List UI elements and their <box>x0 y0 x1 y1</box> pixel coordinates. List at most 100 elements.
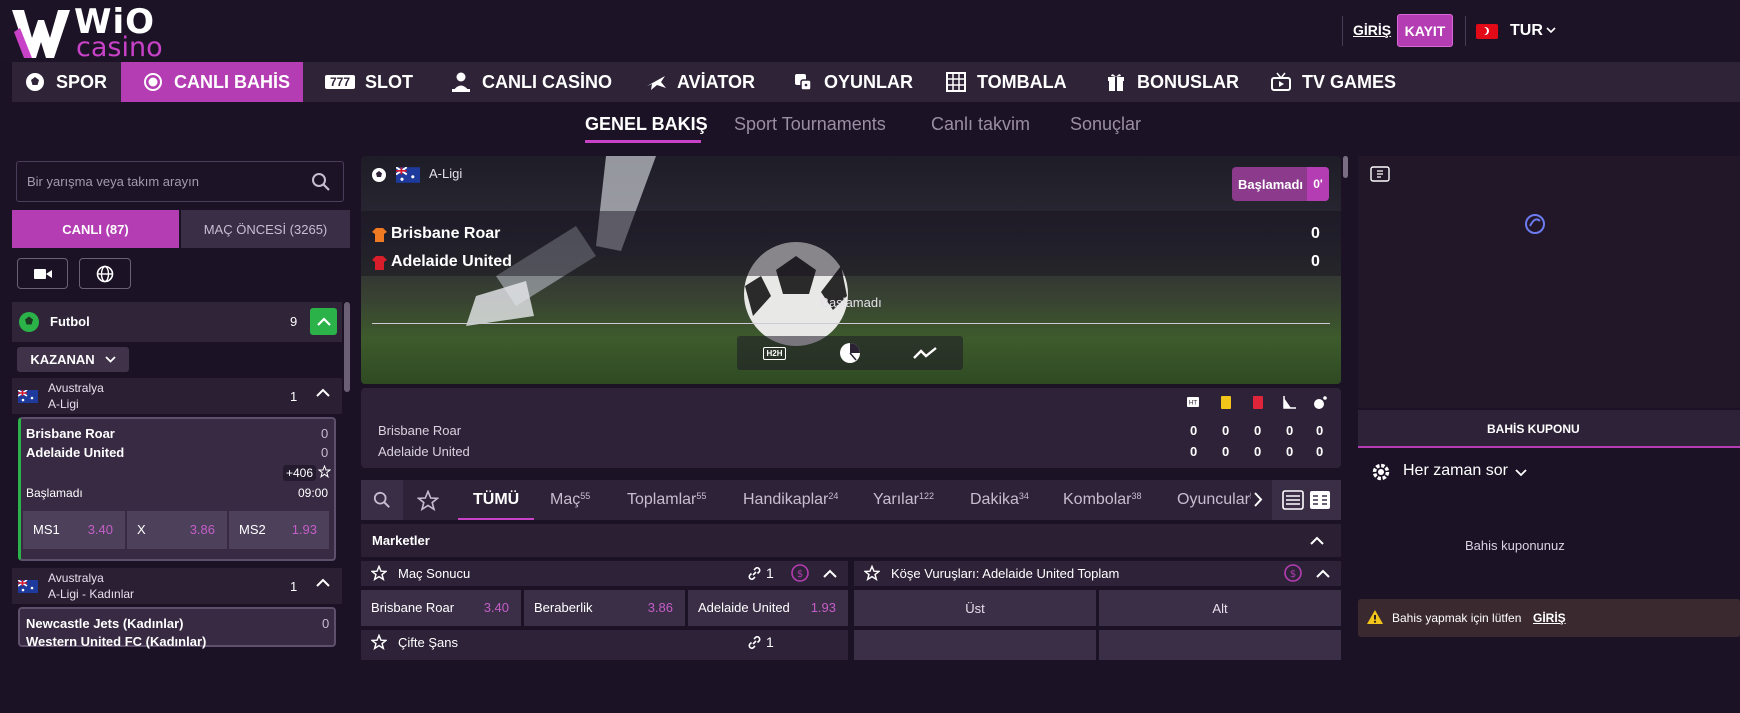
tab-yarilar[interactable]: Yarılar122 <box>873 491 934 509</box>
link-icon <box>748 636 761 649</box>
home-jersey-icon <box>372 228 387 242</box>
home-score: 0 <box>322 616 330 631</box>
odd-button[interactable]: Beraberlik 3.86 <box>524 590 685 626</box>
match-status: Başlamadı <box>26 486 83 500</box>
odd-label: MS2 <box>239 522 266 537</box>
odd-button[interactable] <box>854 630 1096 660</box>
penalty-icon <box>1314 396 1327 409</box>
league-header[interactable]: Avustralya A-Ligi - Kadınlar 1 <box>12 568 342 604</box>
market-header-cifte-sans[interactable]: Çifte Şans 1 <box>361 630 848 660</box>
nav-item-bonuslar[interactable]: BONUSLAR <box>1105 62 1245 102</box>
scrollbar[interactable] <box>1343 156 1348 178</box>
odd-button[interactable]: Brisbane Roar 3.40 <box>361 590 521 626</box>
market-search-button[interactable] <box>361 480 403 520</box>
statistics-button[interactable] <box>812 336 887 370</box>
chevron-right-icon[interactable] <box>1254 492 1263 507</box>
tab-mac[interactable]: Maç55 <box>550 491 590 509</box>
globe-filter-button[interactable] <box>79 258 131 289</box>
odd-button[interactable]: X 3.86 <box>127 511 227 549</box>
australia-flag-icon <box>18 580 38 593</box>
h2h-button[interactable]: H2H <box>737 336 812 370</box>
league-name: A-Ligi <box>429 166 463 181</box>
star-icon[interactable] <box>371 634 387 650</box>
grid-view-icon[interactable] <box>1309 490 1331 510</box>
tab-sonuclar[interactable]: Sonuçlar <box>1070 114 1141 135</box>
markets-header[interactable]: Marketler <box>361 524 1341 557</box>
list-view-icon[interactable] <box>1282 490 1304 510</box>
collapse-button[interactable] <box>310 308 337 335</box>
logo-mark-icon <box>12 10 70 58</box>
away-team: Western United FC (Kadınlar) <box>26 634 207 649</box>
svg-text:HT: HT <box>1189 400 1198 407</box>
tab-canli-takvim[interactable]: Canlı takvim <box>931 114 1030 135</box>
register-button[interactable]: KAYIT <box>1397 14 1453 47</box>
star-icon[interactable] <box>371 565 387 581</box>
nav-item-canli-casino[interactable]: CANLI CASİNO <box>450 62 620 102</box>
league-header[interactable]: Avustralya A-Ligi 1 <box>12 378 342 414</box>
market-header-mac-sonucu[interactable]: Maç Sonucu 1 $ <box>361 561 848 586</box>
market-tabs: TÜMÜ Maç55 Toplamlar55 Handikaplar24 Yar… <box>361 480 1341 520</box>
odd-label: MS1 <box>33 522 60 537</box>
soccer-ball-icon <box>19 312 39 332</box>
tab-tumu[interactable]: TÜMÜ <box>473 491 519 509</box>
tab-sport-tournaments[interactable]: Sport Tournaments <box>734 114 886 135</box>
market-filter-dropdown[interactable]: KAZANAN <box>17 347 129 372</box>
gift-icon <box>1105 71 1127 93</box>
tab-label: Toplamlar <box>627 491 697 508</box>
odd-label: Adelaide United <box>698 600 790 615</box>
login-link[interactable]: GİRİŞ <box>1353 22 1391 38</box>
stat-value: 0 <box>1190 444 1198 459</box>
odd-button[interactable]: Adelaide United 1.93 <box>688 590 848 626</box>
tab-prematch[interactable]: MAÇ ÖNCESİ (3265) <box>181 210 350 248</box>
more-markets-count[interactable]: +406 <box>283 465 317 481</box>
search-icon[interactable] <box>311 172 331 192</box>
search-input[interactable] <box>27 162 307 201</box>
scrollbar[interactable] <box>344 302 350 392</box>
warning-text: Bahis yapmak için lütfen <box>1392 611 1522 625</box>
nav-item-oyunlar[interactable]: OYUNLAR <box>792 62 922 102</box>
odd-button[interactable]: MS1 3.40 <box>23 511 125 549</box>
tab-dakika[interactable]: Dakika34 <box>970 491 1029 509</box>
video-filter-button[interactable] <box>17 258 68 289</box>
ticket-icon[interactable] <box>1370 166 1390 182</box>
logo[interactable]: WiO casino <box>10 2 185 63</box>
match-card[interactable]: Brisbane Roar 0 Adelaide United 0 +406 B… <box>18 417 336 561</box>
match-card[interactable]: Newcastle Jets (Kadınlar) 0 Western Unit… <box>18 607 336 649</box>
star-icon[interactable] <box>417 490 439 511</box>
cashout-icon: $ <box>791 564 809 582</box>
nav-item-slot[interactable]: 777 SLOT <box>325 62 435 102</box>
home-team: Brisbane Roar <box>26 426 115 441</box>
tab-toplamlar[interactable]: Toplamlar55 <box>627 491 706 509</box>
nav-item-tv-games[interactable]: TV GAMES <box>1270 62 1410 102</box>
nav-item-aviator[interactable]: AVİATOR <box>645 62 765 102</box>
odd-button[interactable] <box>1099 630 1341 660</box>
tab-count: 55 <box>580 491 591 501</box>
tab-handikaplar[interactable]: Handikaplar24 <box>743 491 838 509</box>
away-score: 0 <box>1311 253 1320 270</box>
tab-label: Yarılar <box>873 491 919 508</box>
betslip-header[interactable]: BAHİS KUPONU <box>1358 410 1740 448</box>
red-card-icon <box>1253 396 1263 409</box>
nav-item-spor[interactable]: SPOR <box>24 62 124 102</box>
tab-count: 5 <box>1250 491 1251 501</box>
corner-icon <box>1283 396 1296 409</box>
odd-button[interactable]: MS2 1.93 <box>229 511 329 549</box>
market-header-corners[interactable]: Köşe Vuruşları: Adelaide United Toplam $ <box>854 561 1341 586</box>
cashout-icon: $ <box>1284 564 1302 582</box>
stat-value: 0 <box>1286 444 1294 459</box>
star-icon[interactable] <box>864 565 880 581</box>
warning-login-link[interactable]: GİRİŞ <box>1533 611 1566 625</box>
tab-kombolar[interactable]: Kombolar38 <box>1063 491 1142 509</box>
league-name: A-Ligi <box>48 397 79 411</box>
odd-value: 1.93 <box>810 600 836 615</box>
tab-genel-bakis[interactable]: GENEL BAKIŞ <box>585 114 708 135</box>
league-count: 1 <box>290 389 298 404</box>
timeline-button[interactable] <box>887 336 962 370</box>
nav-item-tombala[interactable]: TOMBALA <box>945 62 1075 102</box>
tab-oyuncular[interactable]: Oyuncular5 <box>1177 491 1251 509</box>
nav-item-canli-bahis[interactable]: CANLI BAHİS <box>121 62 303 102</box>
star-icon[interactable] <box>318 465 331 478</box>
sport-row-futbol[interactable]: Futbol 9 <box>12 302 342 342</box>
tab-live[interactable]: CANLI (87) <box>12 210 179 248</box>
market-title: Köşe Vuruşları: Adelaide United Toplam <box>891 566 1120 581</box>
